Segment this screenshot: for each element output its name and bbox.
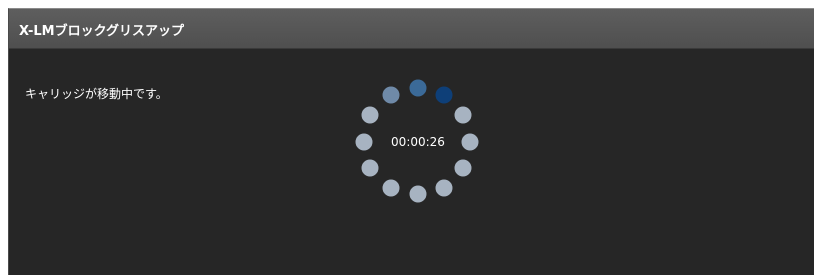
elapsed-time: 00:00:26 — [391, 135, 445, 149]
spinner-dot — [381, 178, 401, 198]
progress-dialog: X-LMブロックグリスアップ キャリッジが移動中です。 00:00:26 — [8, 8, 814, 275]
spinner-dot — [360, 158, 380, 178]
spinner-dot — [381, 85, 401, 105]
spinner-dot — [408, 184, 428, 204]
spinner-dot — [360, 105, 380, 125]
spinner-dot — [453, 158, 473, 178]
title-bar: X-LMブロックグリスアップ — [9, 9, 814, 49]
spinner-dot — [460, 132, 480, 152]
window-title: X-LMブロックグリスアップ — [19, 24, 185, 39]
spinner-dot — [434, 85, 454, 105]
spinner-dot — [354, 132, 374, 152]
status-message: キャリッジが移動中です。 — [25, 87, 168, 101]
spinner-dot — [408, 78, 428, 98]
spinner-dot — [434, 178, 454, 198]
busy-spinner: 00:00:26 — [354, 78, 480, 204]
spinner-dot — [453, 105, 473, 125]
